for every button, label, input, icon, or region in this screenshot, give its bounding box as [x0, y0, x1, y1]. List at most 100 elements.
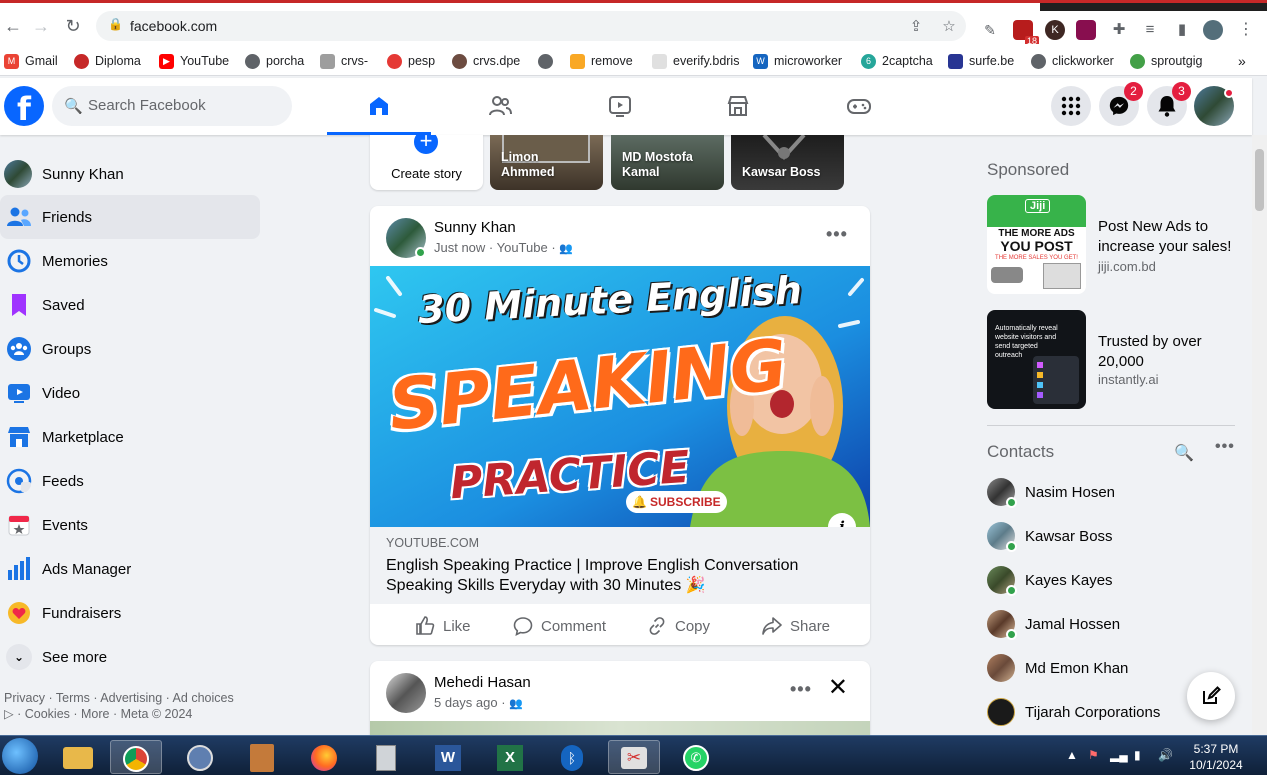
comment-button[interactable]: Comment — [513, 606, 606, 646]
bookmark-crvs[interactable]: crvs- — [320, 52, 368, 70]
search-icon[interactable]: 🔍 — [1174, 443, 1194, 463]
sponsored-ad[interactable]: Jiji THE MORE ADS YOU POST THE MORE SALE… — [987, 195, 1237, 295]
side-panel-icon[interactable]: ▮ — [1172, 20, 1192, 40]
copy-button[interactable]: Copy — [647, 606, 710, 646]
bookmarks-overflow-icon[interactable]: » — [1238, 52, 1246, 70]
sidebar-item-see-more[interactable]: ⌄ See more — [0, 635, 260, 679]
url-text[interactable]: facebook.com — [130, 18, 217, 34]
create-story-card[interactable]: + Create story — [370, 135, 483, 190]
footer-links-row-1[interactable]: Privacy · Terms · Advertising · Ad choic… — [4, 690, 264, 706]
tab-gaming[interactable] — [807, 78, 911, 135]
search-box[interactable]: 🔍 Search Facebook — [52, 86, 292, 126]
scrollbar-thumb[interactable] — [1255, 149, 1264, 211]
account-avatar[interactable] — [1194, 86, 1234, 126]
sidebar-item-friends[interactable]: Friends — [0, 195, 260, 239]
story-card[interactable]: Limon Ahmmed — [490, 135, 603, 190]
more-options-icon[interactable]: ••• — [1215, 438, 1235, 456]
notifications-button[interactable]: 3 — [1147, 82, 1191, 126]
sidebar-item-memories[interactable]: Memories — [0, 239, 260, 283]
tray-signal-icon[interactable]: ▂▄ — [1110, 748, 1128, 762]
reload-icon[interactable]: ↻ — [62, 15, 84, 37]
share-button[interactable]: Share — [762, 606, 830, 646]
back-icon[interactable]: ← — [2, 15, 24, 37]
firefox-icon[interactable] — [298, 740, 350, 774]
bookmark-clickworker[interactable]: clickworker — [1031, 52, 1114, 70]
explorer-icon[interactable] — [52, 740, 104, 774]
sidebar-item-marketplace[interactable]: Marketplace — [0, 415, 260, 459]
extension-icon[interactable]: 18 — [1013, 20, 1039, 47]
bookmark-star-icon[interactable]: ☆ — [939, 17, 959, 37]
sidebar-item-profile[interactable]: Sunny Khan — [0, 152, 260, 196]
extension-k-icon[interactable]: K — [1045, 20, 1065, 40]
tray-volume-icon[interactable]: 🔊 — [1158, 748, 1173, 762]
bookmark-crvs-dpe[interactable]: crvs.dpe — [452, 52, 520, 70]
messenger-button[interactable]: 2 — [1099, 82, 1143, 126]
calculator-icon[interactable] — [360, 740, 412, 774]
bookmark-diploma[interactable]: Diploma — [74, 52, 141, 70]
sidebar-item-video[interactable]: Video — [0, 371, 260, 415]
facebook-logo-icon[interactable]: f — [4, 86, 44, 128]
profile-avatar[interactable] — [1203, 20, 1223, 40]
media-icon[interactable]: ≡ — [1140, 20, 1160, 40]
sidebar-item-fundraisers[interactable]: Fundraisers — [0, 591, 260, 635]
snipping-tool-icon[interactable]: ✂ — [608, 740, 660, 774]
like-button[interactable]: Like — [415, 606, 471, 646]
sidebar-item-saved[interactable]: Saved — [0, 283, 260, 327]
bookmark-remove[interactable]: remove — [570, 52, 633, 70]
footer-links-row-2[interactable]: ▷ · Cookies · More · Meta © 2024 — [4, 706, 264, 722]
bookmark-gmail[interactable]: M Gmail — [4, 52, 58, 70]
taskbar-clock[interactable]: 5:37 PM 10/1/2024 — [1184, 741, 1248, 773]
avatar[interactable] — [386, 673, 426, 713]
search-input[interactable]: Search Facebook — [88, 97, 206, 114]
menu-dots-icon[interactable]: ⋮ — [1236, 20, 1256, 40]
bookmark-porcha[interactable]: porcha — [245, 52, 304, 70]
extension-icon[interactable] — [1076, 20, 1096, 40]
sidebar-item-events[interactable]: Events — [0, 503, 260, 547]
close-icon[interactable]: ✕ — [828, 673, 848, 702]
post-author[interactable]: Sunny Khan — [434, 219, 516, 236]
page-scrollbar[interactable] — [1252, 135, 1267, 735]
bookmark-sproutgig[interactable]: sproutgig — [1130, 52, 1202, 70]
menu-grid-icon[interactable] — [1051, 86, 1091, 126]
bluetooth-icon[interactable]: ᛒ — [546, 740, 598, 774]
sidebar-item-groups[interactable]: Groups — [0, 327, 260, 371]
bookmark-microworker[interactable]: Wmicroworker — [753, 52, 842, 70]
bookmark-pesp[interactable]: pesp — [387, 52, 435, 70]
tab-marketplace[interactable] — [686, 78, 790, 135]
more-options-icon[interactable]: ••• — [790, 679, 812, 700]
whatsapp-icon[interactable]: ✆ — [670, 740, 722, 774]
chrome-icon[interactable] — [110, 740, 162, 774]
tray-network-alert-icon[interactable]: ⚑ — [1088, 748, 1099, 762]
tray-expand-icon[interactable]: ▲ — [1066, 748, 1078, 762]
post-link-thumbnail[interactable]: 30 Minute English SPEAKING PRACTICE 🔔 SU… — [370, 266, 870, 527]
address-bar[interactable]: 🔒 facebook.com ⇪ ☆ — [96, 11, 966, 41]
story-card[interactable]: MD Mostofa Kamal — [611, 135, 724, 190]
app-icon[interactable] — [236, 740, 288, 774]
forward-icon[interactable]: → — [30, 15, 52, 37]
share-icon[interactable]: ⇪ — [906, 17, 926, 37]
bookmark-everify[interactable]: everify.bdris — [652, 52, 739, 70]
sponsored-ad[interactable]: Automatically reveal website visitors an… — [987, 310, 1237, 410]
excel-icon[interactable]: X — [484, 740, 536, 774]
contact-item[interactable]: Jamal Hossen — [987, 606, 1237, 642]
bookmark-globe[interactable] — [538, 52, 553, 70]
contact-item[interactable]: Kayes Kayes — [987, 562, 1237, 598]
sidebar-item-feeds[interactable]: Feeds — [0, 459, 260, 503]
more-options-icon[interactable]: ••• — [826, 224, 848, 245]
contact-item[interactable]: Nasim Hosen — [987, 474, 1237, 510]
post-author[interactable]: Mehedi Hasan — [434, 674, 531, 691]
new-message-button[interactable] — [1187, 672, 1235, 720]
start-button-icon[interactable] — [2, 738, 38, 774]
bookmark-youtube[interactable]: ▶ YouTube — [159, 52, 229, 70]
sidebar-item-ads-manager[interactable]: Ads Manager — [0, 547, 260, 591]
tab-home[interactable] — [327, 78, 431, 135]
edit-icon[interactable]: ✎ — [980, 20, 1000, 40]
media-player-icon[interactable] — [174, 740, 226, 774]
link-preview[interactable]: YOUTUBE.COM English Speaking Practice | … — [370, 527, 870, 604]
tray-battery-icon[interactable]: ▮ — [1134, 748, 1141, 762]
word-icon[interactable]: W — [422, 740, 474, 774]
story-card[interactable]: Kawsar Boss — [731, 135, 844, 190]
contact-item[interactable]: Kawsar Boss — [987, 518, 1237, 554]
tab-friends[interactable] — [448, 78, 552, 135]
bookmark-surfe[interactable]: surfe.be — [948, 52, 1014, 70]
